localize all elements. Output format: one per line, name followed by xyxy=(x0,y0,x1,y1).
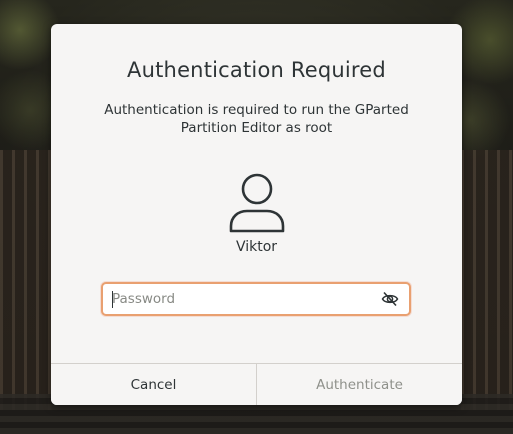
dialog-message: Authentication is required to run the GP… xyxy=(104,102,409,136)
text-cursor xyxy=(112,291,113,308)
authenticate-button[interactable]: Authenticate xyxy=(257,364,462,405)
background-bridge-right xyxy=(461,150,513,410)
dialog-button-row: Cancel Authenticate xyxy=(51,363,462,405)
dialog-title: Authentication Required xyxy=(127,58,386,82)
user-icon xyxy=(228,170,286,234)
eye-hidden-icon[interactable] xyxy=(381,291,399,307)
username-label: Viktor xyxy=(235,239,278,255)
cancel-button[interactable]: Cancel xyxy=(51,364,257,405)
password-input[interactable] xyxy=(112,284,372,314)
password-field[interactable] xyxy=(101,282,411,316)
authentication-dialog: Authentication Required Authentication i… xyxy=(51,24,462,405)
background-bridge-left xyxy=(0,150,52,410)
